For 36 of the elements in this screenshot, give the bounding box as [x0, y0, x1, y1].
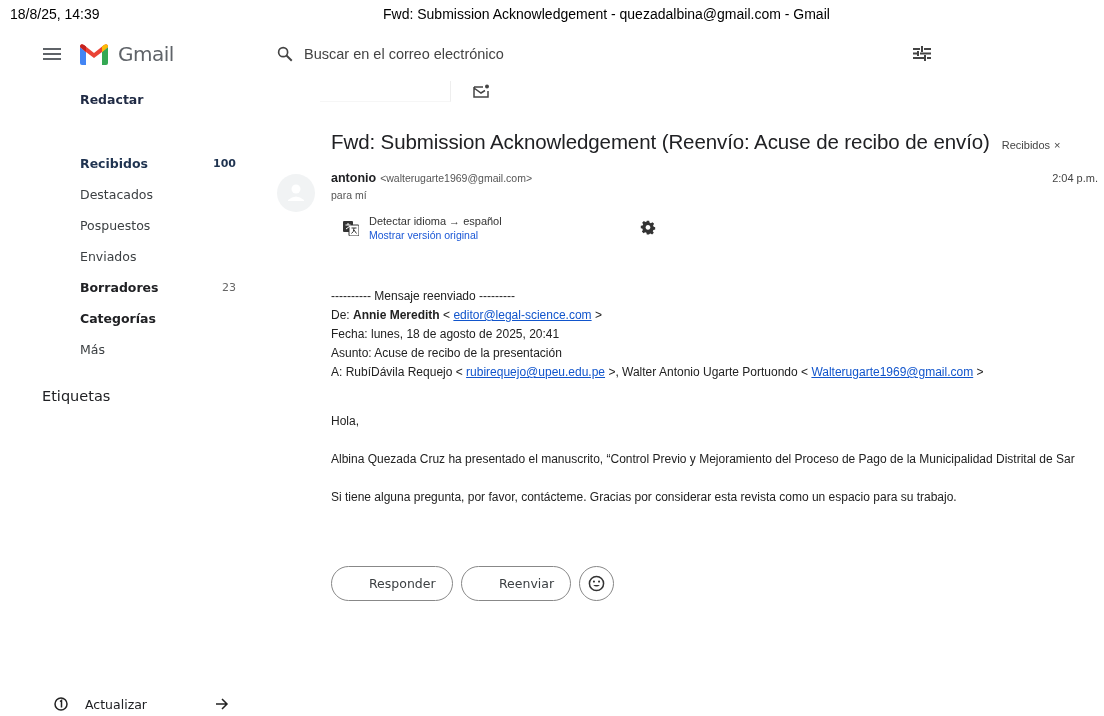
email-link[interactable]: Walterugarte1969@gmail.com — [811, 365, 974, 379]
action-button[interactable]: Reenviar — [461, 566, 571, 601]
nav-item[interactable]: Recibidos 100 — [80, 148, 236, 179]
section-heading: Etiquetas — [42, 388, 111, 404]
email-link[interactable]: rubirequejo@upeu.edu.pe — [466, 365, 606, 379]
label-name: Recibidos — [1001, 139, 1051, 151]
remove-label-button[interactable]: × — [1054, 139, 1061, 151]
nav-item[interactable]: Destacados — [80, 179, 236, 210]
action-button[interactable]: Responder — [331, 566, 453, 601]
nav-item[interactable]: Categorías — [80, 303, 236, 334]
recipient-label: para mí — [331, 189, 368, 201]
print-date: 18/8/25, 14:39 — [10, 6, 101, 22]
nav-item[interactable]: Pospuestos — [80, 210, 236, 241]
nav-item[interactable]: Enviados — [80, 241, 236, 272]
body-text: De: Annie Meredith < editor@legal-science.com > — [331, 307, 603, 324]
sender-email: <walterugarte1969@gmail.com> — [380, 172, 534, 184]
body-text: Hola, — [331, 413, 360, 430]
search-field[interactable]: Buscar en el correo electrónico — [304, 46, 864, 62]
app-name: Gmail — [118, 42, 174, 66]
body-text: ---------- Mensaje reenviado --------- — [331, 288, 516, 305]
compose-button[interactable]: Redactar — [80, 90, 144, 110]
message-time: 2:04 p.m. — [1052, 172, 1098, 184]
body-text: A: RubíDávila Requejo < rubirequejo@upeu.edu.pe >, Walter Antonio Ugarte Portuondo < Walterugarte1969@gmail.com > — [331, 364, 985, 381]
translation-label: Detectar idioma → español — [369, 215, 503, 227]
email-link[interactable]: editor@legal-science.com — [453, 308, 592, 322]
print-title: Fwd: Submission Acknowledgement - quezadalbina@gmail.com - Gmail — [383, 6, 830, 22]
body-text: Asunto: Acuse de recibo de la presentación — [331, 345, 563, 362]
body-text: Fecha: lunes, 18 de agosto de 2025, 20:41 — [331, 326, 561, 343]
nav-item[interactable]: Más — [80, 334, 236, 365]
update-link[interactable]: Actualizar — [54, 694, 229, 714]
show-original-link[interactable]: Mostrar versión original — [369, 229, 479, 241]
body-text: Albina Quezada Cruz ha presentado el manuscrito, “Control Previo y Mejoramiento del Proceso de Pago de la Municipalidad Distrital de Sar — [331, 451, 1076, 468]
nav-item[interactable]: Borradores 23 — [80, 272, 236, 303]
sender-name: antonio — [331, 171, 377, 185]
email-subject: Fwd: Submission Acknowledgement (Reenvío: Acuse de recibo de envío) — [331, 130, 990, 154]
body-text: Si tiene alguna pregunta, por favor, contácteme. Gracias por considerar esta revista como un espacio para su trabajo. — [331, 489, 958, 506]
